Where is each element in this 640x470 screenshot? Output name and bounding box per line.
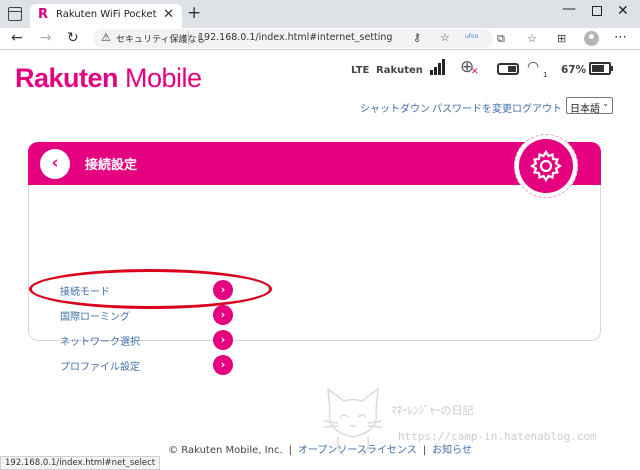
- footer-divider: |: [422, 445, 427, 456]
- extensions-icon[interactable]: ⧉: [497, 32, 505, 46]
- shutdown-link[interactable]: シャットダウン: [360, 100, 430, 115]
- browser-window: R Rakuten WiFi Pocket ✕ + — ✕ ← → ↻ ⚠ セキ…: [0, 0, 640, 470]
- address-divider: [188, 31, 189, 45]
- chevron-right-icon[interactable]: ›: [213, 355, 233, 375]
- language-select[interactable]: 日本語 ⌄: [566, 97, 613, 115]
- change-password-link[interactable]: パスワードを変更: [432, 100, 512, 115]
- chevron-right-icon[interactable]: ›: [213, 330, 233, 350]
- oss-license-link[interactable]: オープンソースライセンス: [298, 445, 417, 456]
- key-icon[interactable]: ⚷: [413, 31, 421, 44]
- copyright-text: © Rakuten Mobile, Inc.: [168, 445, 283, 456]
- maximize-icon[interactable]: [592, 6, 602, 16]
- language-value: 日本語: [570, 104, 600, 115]
- battery-icon: [589, 62, 613, 75]
- wifi-client-count: 1: [543, 71, 548, 79]
- chevron-right-icon[interactable]: ›: [213, 305, 233, 325]
- chevron-down-icon: ⌄: [602, 99, 609, 108]
- link-status-bubble: 192.168.0.1/index.html#net_select: [0, 456, 161, 470]
- wifi-icon: ◠: [527, 59, 540, 75]
- back-icon[interactable]: ←: [11, 30, 23, 46]
- page-title: 接続設定: [85, 158, 138, 173]
- settings-badge: [514, 134, 578, 198]
- more-menu-icon[interactable]: ⋯: [614, 30, 627, 45]
- menu-item-label[interactable]: プロファイル設定: [60, 358, 140, 373]
- rakuten-favicon-icon: R: [38, 7, 49, 22]
- carrier-name: Rakuten: [376, 65, 423, 76]
- url-text[interactable]: 192.168.0.1/index.html#internet_setting: [198, 32, 392, 43]
- browser-tab[interactable]: R Rakuten WiFi Pocket ✕: [30, 4, 182, 28]
- router-admin-page: Rakuten Mobile LTE Rakuten ⊕ ✕ ◠ 1 67% シ…: [0, 51, 640, 457]
- profile-avatar[interactable]: [584, 31, 599, 46]
- battery-percent: 67%: [561, 64, 587, 76]
- battery-level: [592, 65, 605, 72]
- tab-title: Rakuten WiFi Pocket: [56, 9, 157, 20]
- new-tab-icon[interactable]: +: [187, 4, 201, 22]
- footer-divider: |: [288, 445, 293, 456]
- close-window-icon[interactable]: ✕: [617, 3, 629, 19]
- notice-link[interactable]: お知らせ: [432, 445, 472, 456]
- forward-icon[interactable]: →: [40, 30, 52, 46]
- signal-strength-icon: [430, 59, 447, 75]
- menu-item-network-selection[interactable]: ネットワーク選択 ›: [60, 330, 235, 350]
- logout-link[interactable]: ログアウト: [512, 100, 562, 115]
- security-label[interactable]: セキュリティ保護なし: [116, 32, 205, 45]
- rakuten-mobile-logo: Rakuten Mobile: [15, 63, 202, 93]
- warning-icon[interactable]: ⚠: [101, 31, 111, 44]
- watermark-text: ﾏﾈｰﾚﾝｼﾞｬｰの日記: [391, 404, 474, 417]
- tab-actions-icon[interactable]: [8, 7, 22, 21]
- collections-icon[interactable]: ⊞: [557, 32, 566, 45]
- close-tab-icon[interactable]: ✕: [163, 7, 174, 23]
- browser-toolbar: ← → ↻ ⚠ セキュリティ保護なし 192.168.0.1/index.htm…: [0, 28, 640, 50]
- address-bar[interactable]: ⚠ セキュリティ保護なし 192.168.0.1/index.html#inte…: [93, 29, 493, 48]
- reload-icon[interactable]: ↻: [67, 30, 79, 46]
- tab-strip: R Rakuten WiFi Pocket ✕ + — ✕: [0, 0, 640, 28]
- page-footer: © Rakuten Mobile, Inc. | オープンソースライセンス | お知らせ: [0, 441, 640, 456]
- minimize-icon[interactable]: —: [562, 1, 576, 17]
- data-toggle-icon: [497, 63, 519, 75]
- roaming-off-icon: ✕: [471, 67, 479, 77]
- menu-item-profile-settings[interactable]: プロファイル設定 ›: [60, 355, 235, 375]
- connection-settings-card: ‹ 接続設定 接続モード › 国際ローミング › ネットワーク選択 › プロファ…: [28, 134, 601, 375]
- favorite-star-icon[interactable]: ☆: [440, 31, 450, 44]
- gear-icon: [519, 139, 573, 193]
- network-type: LTE: [351, 65, 370, 76]
- back-button[interactable]: ‹: [40, 149, 70, 179]
- extension-icon[interactable]: ufoo: [465, 33, 483, 43]
- annotation-ellipse: [29, 269, 272, 309]
- favorites-icon[interactable]: ☆: [527, 32, 537, 45]
- menu-item-label[interactable]: ネットワーク選択: [60, 333, 140, 348]
- menu-item-label[interactable]: 国際ローミング: [60, 308, 130, 323]
